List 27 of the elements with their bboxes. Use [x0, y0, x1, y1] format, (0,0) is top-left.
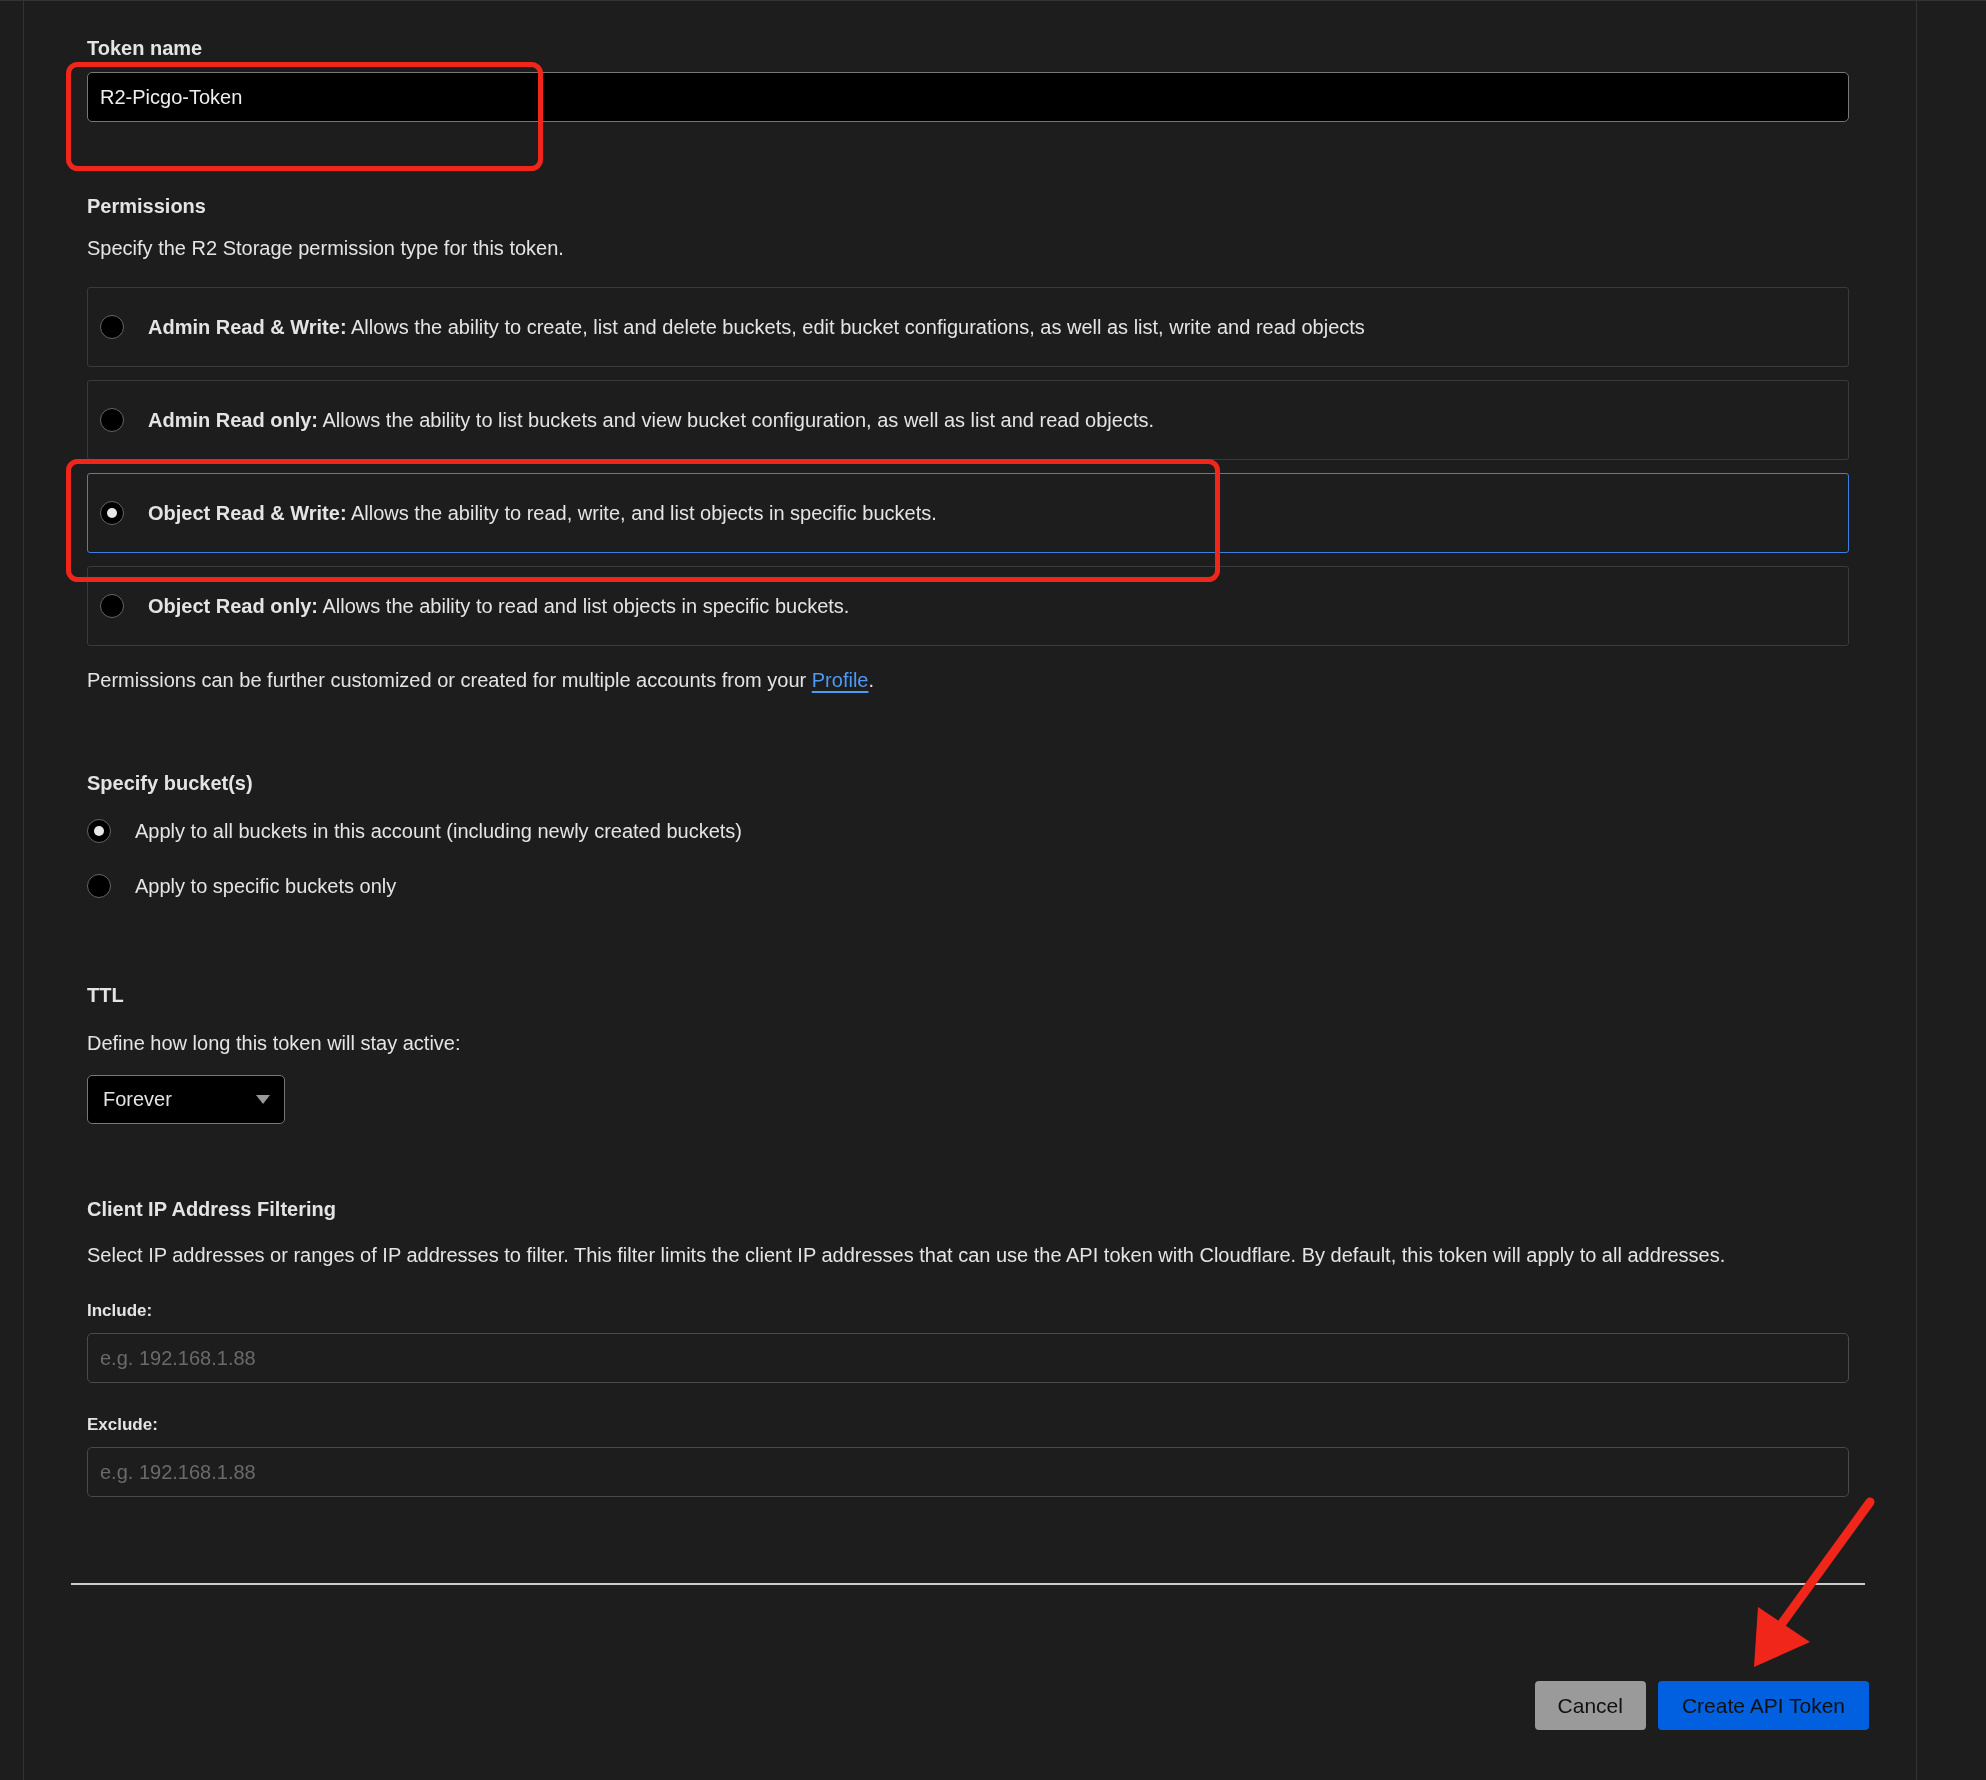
- permission-option[interactable]: Object Read & Write: Allows the ability to read, write, and list objects in specific buckets.: [87, 473, 1849, 553]
- option-text: Admin Read only: Allows the ability to list buckets and view bucket configuration, as well as list and read objects.: [148, 408, 1154, 432]
- section-title: TTL: [87, 984, 124, 1007]
- cancel-button[interactable]: Cancel: [1534, 1681, 1646, 1730]
- field-label: Exclude:: [87, 1415, 159, 1435]
- section-description: Specify the R2 Storage permission type for this token.: [87, 236, 565, 261]
- permission-option[interactable]: Admin Read only: Allows the ability to list buckets and view bucket configuration, as well as list and read objects.: [87, 380, 1849, 460]
- permission-option[interactable]: Admin Read & Write: Allows the ability to create, list and delete buckets, edit bucket configurations, as well as list, write and read objects: [87, 287, 1849, 367]
- token-name-input[interactable]: R2-Picgo-Token: [87, 72, 1849, 122]
- radio-label: Apply to specific buckets only: [135, 874, 397, 898]
- field-label: Include:: [87, 1301, 154, 1321]
- option-text: Object Read only: Allows the ability to read and list objects in specific buckets.: [148, 594, 850, 618]
- section-title: Permissions: [87, 195, 206, 218]
- ip-address-input[interactable]: e.g. 192.168.1.88: [87, 1447, 1849, 1497]
- section-description: Select IP addresses or ranges of IP addresses to filter. This filter limits the client IP addresses that can use the API token with Cloudflare. By default, this token will apply to all addresses.: [87, 1243, 1727, 1268]
- ip-address-input[interactable]: e.g. 192.168.1.88: [87, 1333, 1849, 1383]
- option-text: Admin Read & Write: Allows the ability to create, list and delete buckets, edit bucket configurations, as well as list, write and read objects: [148, 315, 1365, 339]
- section-title: Client IP Address Filtering: [87, 1198, 336, 1221]
- profile-link[interactable]: Profile: [811, 669, 869, 691]
- radio-label: Apply to all buckets in this account (including newly created buckets): [135, 819, 742, 843]
- permission-option[interactable]: Object Read only: Allows the ability to read and list objects in specific buckets.: [87, 566, 1849, 646]
- permissions-note: Permissions can be further customized or created for multiple accounts from your Profile.: [87, 668, 876, 693]
- section-title: Specify bucket(s): [87, 772, 253, 795]
- option-text: Object Read & Write: Allows the ability to read, write, and list objects in specific buckets.: [148, 501, 937, 525]
- field-label: Token name: [87, 37, 203, 60]
- section-description: Define how long this token will stay active:: [87, 1031, 462, 1056]
- ttl-dropdown[interactable]: Forever: [87, 1075, 285, 1124]
